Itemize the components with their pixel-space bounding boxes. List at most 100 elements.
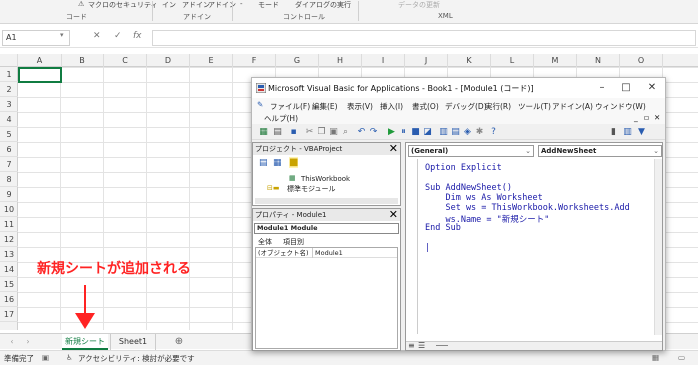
minimize-icon[interactable]: – [594, 82, 610, 93]
object-select[interactable]: (General) ⌄ [408, 145, 534, 157]
row-header[interactable]: 2 [0, 82, 18, 97]
code-line[interactable]: | [425, 243, 430, 253]
row-header[interactable]: 3 [0, 97, 18, 112]
close-icon[interactable]: ✕ [389, 143, 398, 154]
row-header[interactable]: 16 [0, 292, 18, 307]
redo-icon[interactable]: ↷ [368, 127, 379, 138]
hscroll-thumb[interactable] [436, 345, 448, 346]
property-value[interactable]: Module1 [312, 248, 343, 258]
column-header[interactable]: O [620, 54, 663, 67]
select-all-corner[interactable] [0, 54, 18, 67]
project-hscrollbar[interactable] [255, 198, 398, 204]
menu-view[interactable]: 表示(V) [347, 101, 373, 112]
menu-help[interactable]: ヘルプ(H) [264, 113, 298, 124]
toolbox-icon[interactable]: ✱ [474, 127, 485, 138]
add-sheet-icon[interactable]: ⊕ [172, 334, 186, 350]
column-header[interactable]: G [276, 54, 319, 67]
maximize-icon[interactable]: □ [618, 82, 634, 93]
excel-view-icon[interactable]: ▦ [258, 127, 269, 138]
edit-toolbar-icon[interactable]: ▥ [622, 127, 633, 138]
scroll-left-icon[interactable]: ‹ [6, 334, 18, 350]
tab-categorized[interactable]: 項目別 [283, 237, 304, 247]
properties-window-icon[interactable]: ▤ [450, 127, 461, 138]
tree-item-thisworkbook[interactable]: ThisWorkbook [301, 175, 350, 183]
tree-item-standard-modules[interactable]: 標準モジュール [287, 184, 336, 194]
page-layout-icon[interactable]: ▭ [678, 353, 685, 362]
row-header[interactable]: 7 [0, 157, 18, 172]
macro-security-button[interactable]: マクロのセキュリティ [88, 0, 158, 10]
accessibility-status[interactable]: アクセシビリティ: 検討が必要です [78, 353, 195, 364]
column-header[interactable]: A [18, 54, 62, 67]
row-header[interactable]: 5 [0, 127, 18, 142]
column-header[interactable]: D [147, 54, 190, 67]
addin-button-1[interactable]: イン [162, 0, 176, 10]
tab-sheet1[interactable]: Sheet1 [110, 334, 156, 350]
menu-run[interactable]: 実行(R) [485, 101, 511, 112]
design-mode-icon[interactable]: ◪ [422, 127, 433, 138]
child-close-icon[interactable]: ✕ [654, 113, 660, 122]
menu-file[interactable]: ファイル(F) [270, 101, 310, 112]
column-header[interactable]: E [190, 54, 233, 67]
close-icon[interactable]: ✕ [644, 82, 660, 93]
code-line[interactable]: Sub AddNewSheet() [425, 183, 512, 193]
save-icon[interactable]: ▪ [288, 127, 299, 138]
cut-icon[interactable]: ✂ [304, 127, 315, 138]
column-header[interactable]: L [491, 54, 534, 67]
help-icon[interactable]: ? [488, 127, 499, 138]
properties-object-select[interactable]: Module1 Module [254, 223, 399, 234]
row-header[interactable]: 14 [0, 262, 18, 277]
menu-insert[interactable]: 挿入(I) [380, 101, 403, 112]
row-header[interactable]: 8 [0, 172, 18, 187]
column-header[interactable]: C [104, 54, 147, 67]
row-header[interactable]: 11 [0, 217, 18, 232]
stop-icon[interactable]: ■ [410, 127, 421, 138]
design-mode-button[interactable]: モード [258, 0, 279, 10]
undo-icon[interactable]: ↶ [356, 127, 367, 138]
column-header[interactable]: I [362, 54, 405, 67]
code-line[interactable]: Dim ws As Worksheet [425, 193, 542, 203]
project-explorer-icon[interactable]: ▥ [438, 127, 449, 138]
toolbar-options-icon[interactable]: ▼ [636, 127, 647, 138]
find-icon[interactable]: ⌕ [340, 127, 351, 138]
procedure-view-icon[interactable]: ≡ [408, 341, 415, 350]
menu-addins[interactable]: アドイン(A) [552, 101, 593, 112]
enter-icon[interactable]: ✓ [114, 31, 122, 41]
chevron-down-icon[interactable]: ▾ [60, 31, 64, 39]
pause-icon[interactable]: ⏸ [398, 127, 409, 138]
row-header[interactable]: 9 [0, 187, 18, 202]
code-hscrollbar[interactable]: ≡ ☰ [406, 341, 662, 350]
child-minimize-icon[interactable]: _ [634, 113, 638, 122]
tab-alphabetic[interactable]: 全体 [258, 237, 272, 247]
run-icon[interactable]: ▶ [386, 127, 397, 138]
row-header[interactable]: 15 [0, 277, 18, 292]
procedure-select[interactable]: AddNewSheet ⌄ [538, 145, 662, 157]
row-header[interactable]: 1 [0, 67, 18, 82]
menu-format[interactable]: 書式(O) [412, 101, 439, 112]
column-header[interactable]: N [577, 54, 620, 67]
column-header[interactable]: K [448, 54, 491, 67]
code-vscrollbar[interactable] [654, 159, 662, 335]
chevron-down-icon[interactable]: ⌄ [525, 146, 531, 156]
toggle-folders-icon[interactable]: ■ [289, 157, 299, 168]
paste-icon[interactable]: ▣ [328, 127, 339, 138]
cancel-icon[interactable]: ✕ [93, 31, 101, 41]
chevron-down-icon[interactable]: ⌄ [653, 146, 659, 156]
folder-icon[interactable]: ⊟▬ [267, 184, 279, 192]
menu-edit[interactable]: 編集(E) [312, 101, 338, 112]
property-row[interactable]: (オブジェクト名) Module1 [256, 248, 397, 258]
insert-module-icon[interactable]: ▤ [272, 127, 283, 138]
view-object-icon[interactable]: ▦ [273, 158, 282, 168]
column-header[interactable]: B [61, 54, 104, 67]
code-line[interactable]: Option Explicit [425, 163, 502, 173]
column-header[interactable]: H [319, 54, 362, 67]
row-header[interactable]: 12 [0, 232, 18, 247]
row-header[interactable]: 10 [0, 202, 18, 217]
child-restore-icon[interactable]: ▫ [644, 113, 649, 122]
selected-cell[interactable] [18, 67, 62, 83]
code-line[interactable]: End Sub [425, 223, 461, 233]
normal-view-icon[interactable]: ▦ [652, 353, 659, 362]
tab-new-sheet[interactable]: 新規シート [62, 334, 108, 350]
menu-window[interactable]: ウィンドウ(W) [595, 101, 646, 112]
object-browser-icon[interactable]: ◈ [462, 127, 473, 138]
vba-title-bar[interactable]: Microsoft Visual Basic for Applications … [252, 78, 665, 98]
